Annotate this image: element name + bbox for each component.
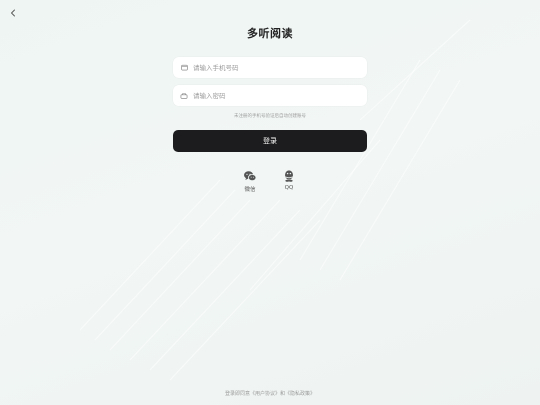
login-button[interactable]: 登录 bbox=[173, 130, 367, 152]
phone-icon bbox=[180, 64, 188, 72]
user-agreement-link[interactable]: 《用户协议》 bbox=[250, 391, 280, 397]
register-hint: 未注册的手机号验证后自动创建账号 bbox=[234, 114, 306, 119]
password-field[interactable] bbox=[173, 85, 367, 106]
lock-icon bbox=[180, 92, 188, 100]
agreement-footer: 登录即同意《用户协议》和《隐私政策》 bbox=[0, 390, 540, 397]
phone-field[interactable] bbox=[173, 57, 367, 78]
page-title: 多听阅读 bbox=[247, 27, 293, 40]
password-input[interactable] bbox=[193, 91, 353, 100]
phone-input[interactable] bbox=[193, 63, 353, 72]
qq-login-button[interactable]: QQ bbox=[274, 168, 304, 191]
privacy-policy-link[interactable]: 《隐私政策》 bbox=[285, 391, 315, 397]
wechat-icon bbox=[243, 168, 257, 182]
wechat-label: 微信 bbox=[244, 187, 256, 193]
chevron-left-icon bbox=[11, 9, 15, 17]
wechat-login-button[interactable]: 微信 bbox=[235, 168, 265, 193]
qq-label: QQ bbox=[284, 185, 294, 191]
back-button[interactable] bbox=[6, 6, 20, 20]
agreement-prefix: 登录即同意 bbox=[224, 391, 250, 397]
qq-icon bbox=[282, 168, 296, 182]
